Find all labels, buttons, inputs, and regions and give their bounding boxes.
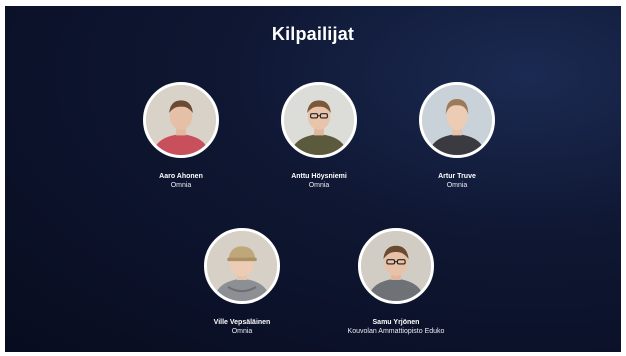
contestant-name: Samu Yrjönen [372,319,420,326]
contestant-school: Kouvolan Ammattiopisto Eduko [347,328,445,335]
contestant-school: Omnia [231,328,253,335]
contestant-card: Artur Truve Omnia [367,82,547,190]
contestant-card: Ville Vepsäläinen Omnia [152,228,332,336]
contestant-card: Samu Yrjönen Kouvolan Ammattiopisto Eduk… [306,228,486,336]
contestant-photo [204,228,280,304]
contestant-photo [419,82,495,158]
contestant-name: Ville Vepsäläinen [213,319,271,326]
avatar-portrait-icon [361,231,431,301]
avatar-portrait-icon [284,85,354,155]
avatar-portrait-icon [422,85,492,155]
avatar-portrait-icon [207,231,277,301]
presentation-slide: Kilpailijat Aaro Ahonen Omnia Anttu Höys… [5,6,621,352]
contestant-photo [281,82,357,158]
contestant-photo [143,82,219,158]
contestant-name: Artur Truve [438,173,476,180]
contestant-school: Omnia [446,182,468,189]
slide-title: Kilpailijat [271,24,355,44]
avatar-portrait-icon [146,85,216,155]
contestant-photo [358,228,434,304]
